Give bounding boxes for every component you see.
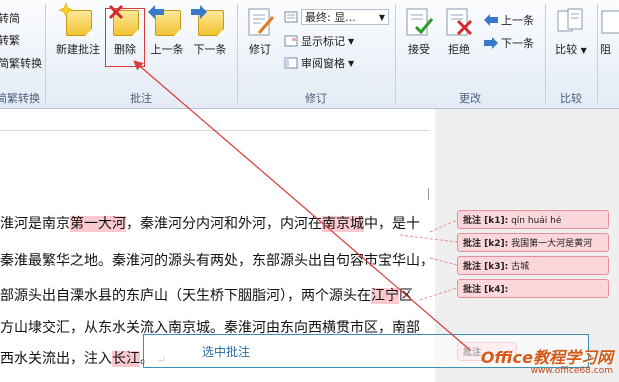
display-for-review-select[interactable]: 最终: 显... ▼	[284, 9, 389, 25]
chevron-down-icon: ▼	[348, 36, 355, 46]
document-text: 秦淮最繁华之地。秦淮河的源头有两处，东部源头出自句容市宝华山，	[0, 253, 434, 269]
next-change-button[interactable]: 下一条	[484, 35, 534, 51]
show-markup-label: 显示标记	[301, 35, 345, 48]
next-change-label: 下一条	[501, 37, 534, 50]
comment-text: 我国第一大河是黄河	[511, 239, 593, 249]
next-comment-icon	[191, 5, 225, 37]
comment-balloon[interactable]: 批注 [k4]:	[457, 279, 609, 298]
chevron-down-icon: ▼	[378, 13, 385, 22]
comment-text: 古城	[511, 262, 530, 272]
watermark-title: Office教程学习网	[480, 348, 613, 367]
track-changes-icon	[245, 7, 275, 37]
accept-icon	[404, 7, 434, 37]
reviewing-pane-button[interactable]: 审阅窗格 ▼	[284, 55, 354, 71]
commented-text[interactable]: 江宁	[371, 288, 399, 304]
commented-text[interactable]: 第一大河	[70, 216, 126, 232]
comment-balloon[interactable]: 批注 [k3]: 古城	[457, 256, 609, 275]
previous-change-button[interactable]: 上一条	[484, 12, 534, 28]
new-comment-label: 新建批注	[56, 43, 100, 56]
margin-corner-mark	[428, 188, 429, 200]
comment-tag: 批注 [k1]:	[463, 216, 509, 226]
group-tracking: 修订 最终: 显... ▼ 显示标记 ▼ 审阅窗格 ▼ 修订	[238, 0, 394, 108]
group-label-tracking: 修订	[305, 92, 327, 105]
comment-tag: 批注 [k3]:	[463, 262, 509, 272]
previous-comment-icon	[148, 5, 182, 37]
comment-tag: 批注 [k4]:	[463, 285, 509, 295]
document-line[interactable]: 西水关流出，注入长江。 ↵	[0, 348, 166, 368]
review-ribbon: 转简 转繁 简繁转换 简繁转换 新建批注 删除 上一条 下一条 批注 修订 最终…	[0, 0, 619, 109]
track-changes-button[interactable]: 修订	[242, 4, 278, 57]
comment-text: qín huái hé	[511, 216, 562, 226]
group-label-comments: 批注	[130, 92, 152, 105]
next-change-icon	[484, 37, 498, 49]
compare-icon	[556, 7, 586, 37]
reviewing-pane-label: 审阅窗格	[301, 57, 345, 70]
restrict-editing-button[interactable]: 阻	[600, 4, 619, 57]
group-label-changes: 更改	[459, 92, 481, 105]
compare-label: 比较 ▼	[555, 43, 587, 56]
comment-tag: 批注 [k2]:	[463, 239, 509, 249]
delete-button-highlight	[105, 8, 145, 67]
commented-text[interactable]: 长江	[112, 351, 140, 367]
next-comment-label: 下一条	[193, 43, 227, 56]
to-simplified-button[interactable]: 转简	[0, 10, 20, 26]
comment-balloon[interactable]: 批注 [k1]: qín huái hé	[457, 210, 609, 229]
document-text: 西水关流出，注入	[0, 351, 112, 367]
document-text: 区	[399, 288, 413, 304]
watermark-logo: Office教程学习网 www.office68.com	[481, 344, 613, 376]
previous-change-icon	[484, 14, 498, 26]
group-chinese-conversion: 转简 转繁 简繁转换 简繁转换	[0, 0, 44, 108]
to-traditional-button[interactable]: 转繁	[0, 32, 20, 48]
group-protect: 阻	[598, 0, 619, 108]
next-comment-button[interactable]: 下一条	[188, 4, 232, 57]
chevron-down-icon: ▼	[348, 58, 355, 68]
display-for-review-dropdown[interactable]: 最终: 显... ▼	[301, 9, 389, 25]
show-markup-button[interactable]: 显示标记 ▼	[284, 33, 354, 49]
restrict-editing-label: 阻	[600, 43, 611, 56]
commented-text[interactable]: 南京城	[322, 216, 364, 232]
display-for-review-icon	[284, 11, 298, 23]
reject-button[interactable]: 拒绝	[440, 4, 478, 57]
new-comment-button[interactable]: 新建批注	[52, 3, 104, 57]
document-line[interactable]: 部源头出自溧水县的东庐山（天生桥下胭脂河），两个源头在江宁区	[0, 285, 413, 305]
group-changes: 接受 拒绝 上一条 下一条 更改	[396, 0, 544, 108]
compare-button[interactable]: 比较 ▼	[552, 4, 590, 57]
show-markup-icon	[284, 35, 298, 47]
previous-change-label: 上一条	[501, 14, 534, 27]
track-changes-label: 修订	[249, 43, 271, 56]
convert-button[interactable]: 简繁转换	[0, 55, 42, 71]
previous-comment-button[interactable]: 上一条	[146, 4, 188, 57]
document-text: 中，是十	[364, 216, 420, 232]
new-comment-icon	[59, 3, 93, 37]
convert-label: 简繁转换	[0, 57, 42, 70]
page-edge	[0, 130, 430, 131]
group-label-compare: 比较	[560, 92, 582, 105]
document-text: 部源头出自溧水县的东庐山（天生桥下胭脂河），两个源头在	[0, 288, 371, 304]
to-simplified-label: 转简	[0, 12, 20, 25]
restrict-editing-icon	[600, 7, 619, 37]
display-for-review-value: 最终: 显...	[305, 11, 356, 24]
accept-button[interactable]: 接受	[400, 4, 438, 57]
document-line[interactable]: 淮河是南京第一大河，秦淮河分内河和外河，内河在南京城中，是十	[0, 213, 420, 233]
document-text: 淮河是南京	[0, 216, 70, 232]
group-compare: 比较 ▼ 比较	[546, 0, 596, 108]
group-label-conversion: 简繁转换	[0, 92, 40, 105]
document-line[interactable]: 秦淮最繁华之地。秦淮河的源头有两处，东部源头出自句容市宝华山，	[0, 250, 434, 270]
reviewing-pane-icon	[284, 57, 298, 69]
document-text: ，秦淮河分内河和外河，内河在	[126, 216, 322, 232]
accept-label: 接受	[408, 43, 430, 56]
reject-icon	[444, 7, 474, 37]
to-traditional-label: 转繁	[0, 34, 20, 47]
comment-balloon[interactable]: 批注 [k2]: 我国第一大河是黄河	[457, 233, 609, 252]
reject-label: 拒绝	[448, 43, 470, 56]
callout-text: 选中批注	[202, 345, 251, 359]
previous-comment-label: 上一条	[150, 43, 184, 56]
